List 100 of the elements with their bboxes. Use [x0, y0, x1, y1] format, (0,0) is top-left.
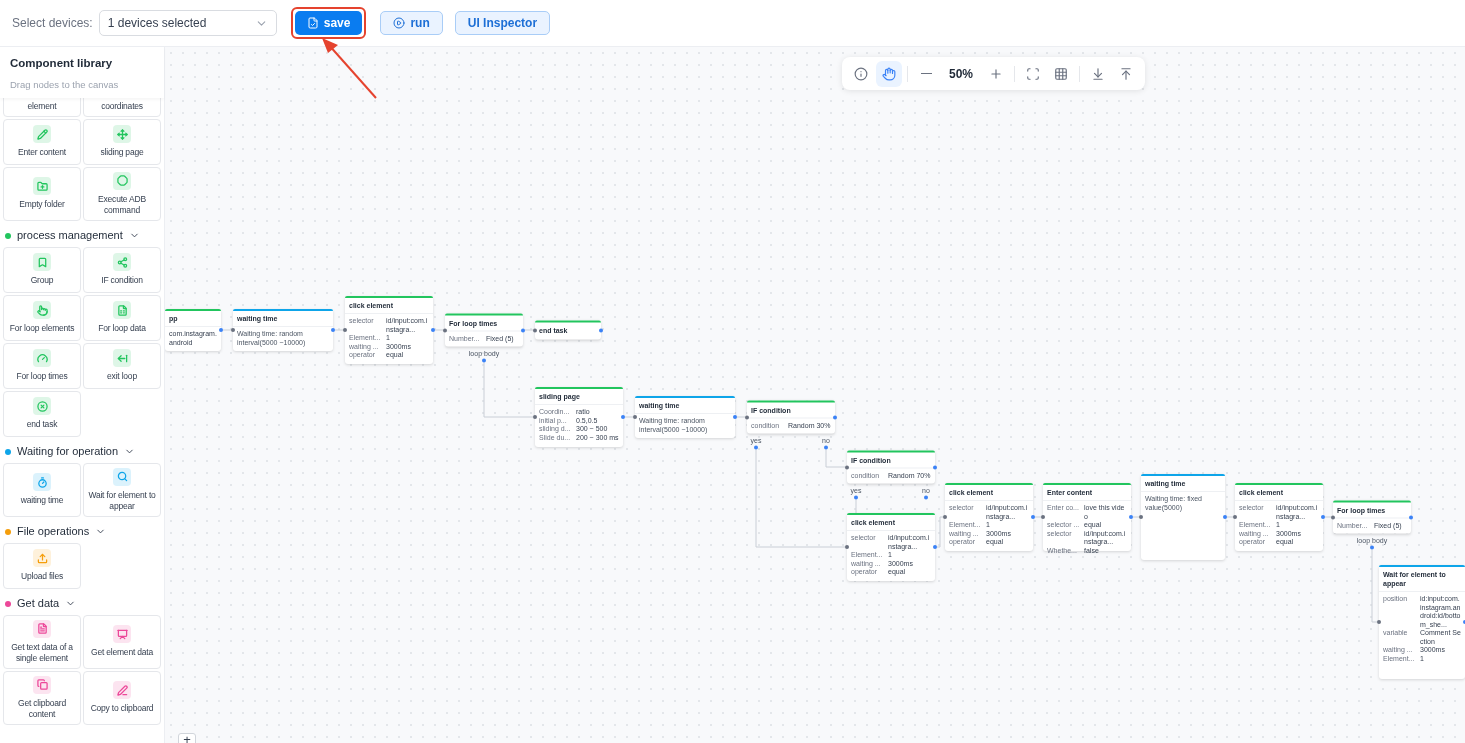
connector-line [524, 329, 534, 331]
component-card[interactable]: Empty folder [3, 166, 81, 221]
component-card[interactable]: For loop elements [3, 294, 81, 341]
component-card[interactable]: Execute ADB command [83, 166, 161, 221]
document-icon [306, 17, 319, 29]
inspector-button[interactable]: UI Inspector [454, 11, 551, 35]
component-card[interactable]: waiting time [3, 462, 81, 517]
group-title[interactable]: process management [17, 227, 123, 244]
input-port[interactable] [845, 545, 849, 549]
pencil-icon [33, 125, 51, 143]
component-card[interactable]: For loop data [83, 294, 161, 341]
output-port[interactable] [733, 415, 737, 419]
input-port[interactable] [533, 328, 537, 332]
connector-line [936, 516, 944, 548]
output-port[interactable] [219, 328, 223, 332]
component-card[interactable]: Get element data [83, 614, 161, 669]
device-label: Select devices: [12, 15, 93, 32]
input-port[interactable] [1233, 515, 1237, 519]
corner-button[interactable]: + [178, 733, 196, 743]
card-label: coordinates [101, 100, 143, 112]
output-port[interactable] [1129, 515, 1133, 519]
card-label: end task [26, 419, 58, 430]
card-label: For loop times [16, 371, 68, 382]
output-port[interactable] [933, 465, 937, 469]
share-nodes-icon [113, 253, 131, 271]
output-port[interactable] [331, 328, 335, 332]
save-button[interactable]: save [294, 11, 363, 35]
input-port[interactable] [1377, 620, 1381, 624]
card-label: element [27, 100, 57, 112]
card-label: Empty folder [19, 199, 65, 210]
card-label: Upload files [21, 571, 63, 582]
input-port[interactable] [745, 415, 749, 419]
output-port[interactable] [431, 328, 435, 332]
output-port[interactable] [1223, 515, 1227, 519]
output-port[interactable] [1321, 515, 1325, 519]
info-icon [854, 66, 868, 81]
branch-port[interactable] [854, 495, 858, 500]
bookmark-icon [33, 253, 51, 271]
connector-line [1324, 516, 1332, 518]
branch-port[interactable] [754, 445, 758, 450]
output-port[interactable] [621, 415, 625, 419]
group-title[interactable]: Waiting for operation [17, 443, 119, 460]
document-icon [33, 619, 51, 638]
card-label: waiting time [20, 495, 64, 506]
component-card[interactable]: exit loop [83, 342, 161, 389]
connector-line [855, 499, 857, 514]
branch-port[interactable] [924, 495, 928, 500]
component-card[interactable]: Enter content [3, 118, 81, 165]
card-label: sliding page [100, 147, 144, 158]
component-card[interactable]: Group [3, 246, 81, 293]
input-port[interactable] [633, 415, 637, 419]
branch-port[interactable] [824, 445, 828, 450]
device-select[interactable]: 1 devices selected [98, 10, 277, 36]
download-icon [1091, 66, 1106, 81]
run-button[interactable]: run [380, 11, 443, 35]
hand-icon [882, 66, 896, 81]
output-port[interactable] [933, 545, 937, 549]
upload-icon [1119, 66, 1134, 81]
panel-title: Component library [10, 56, 114, 71]
component-card[interactable]: Wait for element to appear [83, 462, 161, 517]
component-card[interactable]: sliding page [83, 118, 161, 165]
connector-line [434, 329, 444, 331]
connector-line [736, 416, 746, 418]
component-card[interactable]: end task [3, 390, 81, 437]
group-title[interactable]: File operations [17, 523, 90, 540]
gauge-icon [33, 349, 51, 367]
output-port[interactable] [833, 415, 837, 419]
branch-port[interactable] [1370, 545, 1374, 550]
component-card[interactable]: Upload files [3, 542, 81, 589]
hand-button[interactable] [876, 60, 902, 87]
connector-line [222, 329, 232, 331]
copy-icon [33, 675, 51, 694]
card-label: IF condition [101, 275, 143, 286]
component-card[interactable]: Copy to clipboard [83, 670, 161, 725]
input-port[interactable] [533, 415, 537, 419]
connector-line [334, 329, 344, 331]
input-port[interactable] [1139, 515, 1143, 519]
input-port[interactable] [1331, 515, 1335, 519]
input-port[interactable] [845, 465, 849, 469]
input-port[interactable] [231, 328, 235, 332]
component-card[interactable]: IF condition [83, 246, 161, 293]
output-port[interactable] [521, 328, 525, 332]
input-port[interactable] [943, 515, 947, 519]
card-label: For loop data [98, 323, 146, 334]
component-card[interactable]: For loop times [3, 342, 81, 389]
panel-subtitle: Drag nodes to the canvas [10, 78, 120, 93]
output-port[interactable] [599, 328, 603, 332]
card-label: Wait for element to appear [87, 489, 157, 512]
input-port[interactable] [1041, 515, 1045, 519]
output-port[interactable] [1409, 515, 1413, 519]
connector-line [624, 416, 634, 418]
card-label: Copy to clipboard [90, 703, 154, 714]
input-port[interactable] [443, 328, 447, 332]
fullscreen-icon [1026, 66, 1041, 81]
component-card[interactable]: Get clipboard content [3, 670, 81, 725]
input-port[interactable] [343, 328, 347, 332]
branch-port[interactable] [482, 358, 486, 363]
output-port[interactable] [1031, 515, 1035, 519]
group-title[interactable]: Get data [17, 595, 60, 612]
component-card[interactable]: Get text data of a single element [3, 614, 81, 669]
